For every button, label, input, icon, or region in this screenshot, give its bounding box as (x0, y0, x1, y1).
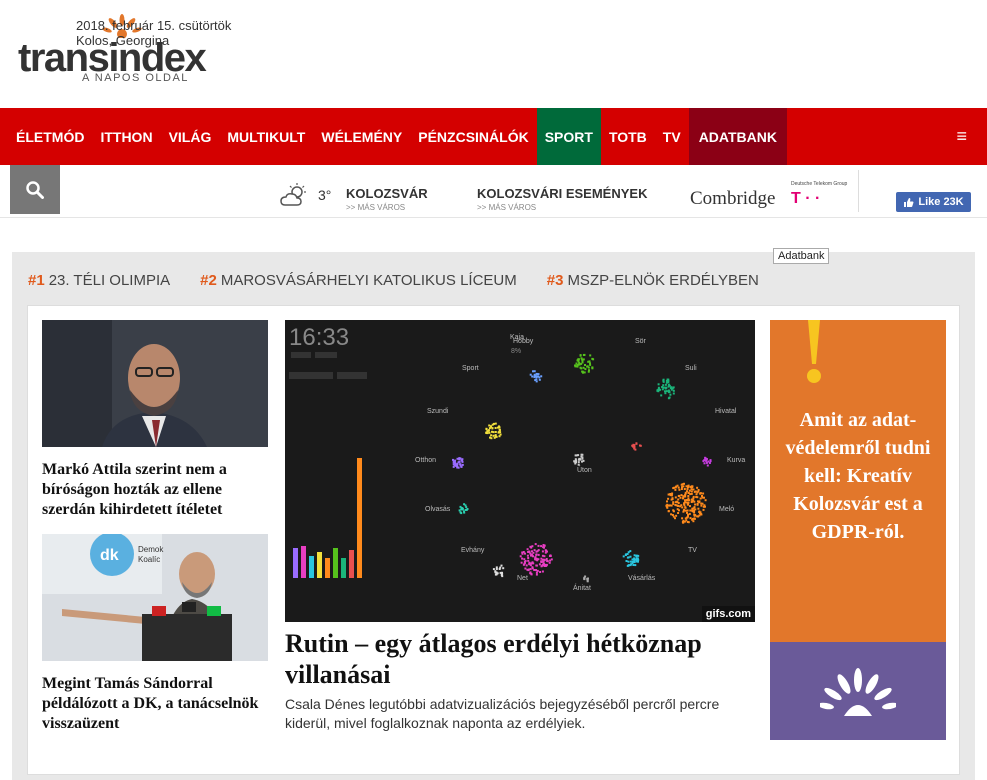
topic-label: MSZP-ELNÖK ERDÉLYBEN (567, 272, 759, 289)
gif-label-sor: Sör (635, 338, 646, 345)
story-image-tamas[interactable]: dk Demok Koalíc (42, 534, 268, 661)
svg-text:Demok: Demok (138, 545, 164, 554)
topic-number: #1 (28, 272, 45, 289)
nav-item-tv[interactable]: TV (655, 108, 689, 165)
gif-label-hivatal: Hivatal (715, 408, 737, 415)
topic-number: #3 (546, 272, 564, 289)
nav-item-penzcsinalok[interactable]: PÉNZCSINÁLÓK (410, 108, 536, 165)
gif-label-otthon: Otthon (415, 457, 437, 464)
nav-item-itthon[interactable]: ITTHON (92, 108, 160, 165)
telekom-group-label: Deutsche Telekom Group (791, 181, 848, 187)
svg-text:Koalíc: Koalíc (138, 555, 160, 564)
story-title-marko[interactable]: Markó Attila szerint nem a bíróságon hoz… (42, 460, 268, 520)
current-date: 2018. február 15. csütörtök (76, 18, 232, 33)
gif-label-net: Net (517, 575, 528, 582)
topic-number: #2 (200, 272, 217, 289)
gif-label-tv: TV (688, 547, 697, 554)
tooltip: Adatbank (773, 248, 830, 264)
gif-pct: 8% (511, 348, 522, 355)
gif-label-sport: Sport (462, 365, 479, 372)
nav-item-totb[interactable]: TOTB (601, 108, 655, 165)
divider (858, 170, 859, 212)
other-city-link[interactable]: >> MÁS VÁROS (346, 203, 405, 212)
press-conference-photo: dk Demok Koalíc (42, 534, 268, 661)
nav-item-multikult[interactable]: MULTIKULT (219, 108, 313, 165)
sun-logo-icon (820, 668, 896, 716)
thumbs-up-icon (904, 197, 914, 207)
gif-label-kurva: Kurva (727, 457, 746, 464)
gifs-watermark: gifs.com (701, 606, 755, 622)
sponsor-combridge-logo[interactable]: Combridge (690, 188, 776, 210)
telekom-logo[interactable]: T · · (791, 190, 820, 208)
topic-2[interactable]: #2 MAROSVÁSÁRHELYI KATOLIKUS LÍCEUM (200, 272, 517, 289)
partly-cloudy-icon (280, 183, 306, 206)
ad-text: Amit az adat-védelemről tudni kell: Krea… (785, 409, 931, 543)
facebook-like-button[interactable]: Like 23K (896, 192, 971, 212)
other-city-events-link[interactable]: >> MÁS VÁROS (477, 203, 536, 212)
topic-label: 23. TÉLI OLIMPIA (48, 272, 171, 289)
city-link[interactable]: KOLOZSVÁR (346, 186, 428, 201)
story-title-tamas[interactable]: Megint Tamás Sándorral példálózott a DK,… (42, 674, 268, 734)
events-link[interactable]: KOLOZSVÁRI ESEMÉNYEK (477, 186, 647, 201)
nav-item-vilag[interactable]: VILÁG (161, 108, 220, 165)
name-day: Kolos, Georgina (76, 33, 170, 48)
gif-label-melo: Meló (719, 506, 735, 513)
temperature: 3° (318, 187, 332, 203)
nav-item-sport[interactable]: SPORT (536, 108, 601, 165)
advertisement-banner[interactable]: Amit az adat-védelemről tudni kell: Krea… (770, 320, 946, 740)
gif-label-vasarlas: Vásárlás (628, 575, 656, 582)
topic-3[interactable]: #3 MSZP-ELNÖK ERDÉLYBEN (547, 272, 759, 289)
gif-label-hobby: Hobby (513, 338, 534, 345)
nav-item-welemeny[interactable]: WÉLEMÉNY (313, 108, 410, 165)
topic-1[interactable]: #1 23. TÉLI OLIMPIA (28, 272, 170, 289)
search-button[interactable] (10, 165, 60, 214)
hamburger-menu-icon[interactable]: ≡ (956, 108, 987, 165)
topic-label: MAROSVÁSÁRHELYI KATOLIKUS LÍCEUM (220, 272, 517, 289)
trending-topics: #1 23. TÉLI OLIMPIA #2 MAROSVÁSÁRHELYI KAT… (28, 272, 759, 289)
ad-bottom-panel (770, 642, 946, 740)
main-story-lead: Csala Dénes legutóbbi adatvizualizációs … (285, 696, 720, 731)
nav-item-eletmod[interactable]: ÉLETMÓD (0, 108, 92, 165)
main-story-title[interactable]: Rutin – egy átlagos erdélyi hétköznap vi… (285, 628, 765, 690)
gif-label-evhany: Evhány (461, 547, 485, 554)
portrait-photo (42, 320, 268, 447)
svg-text:dk: dk (100, 547, 119, 564)
nav-item-adatbank[interactable]: ADATBANK (688, 108, 787, 165)
story-image-marko[interactable] (42, 320, 268, 447)
like-count: Like 23K (918, 196, 964, 208)
gif-label-olvasas: Olvasás (425, 506, 451, 513)
search-icon (26, 180, 44, 199)
main-story-gif[interactable]: 16:33 Kaja 8% Hobby Sör Sport Suli Szund… (285, 320, 755, 622)
gif-label-uton: Úton (577, 467, 592, 474)
logo-tagline: A NAPOS OLDAL (82, 72, 189, 84)
gif-label-szundi: Szundi (427, 408, 449, 415)
main-nav: ÉLETMÓD ITTHON VILÁG MULTIKULT WÉLEMÉNY … (0, 108, 987, 165)
exclamation-icon (807, 320, 821, 383)
gif-label-suli: Suli (685, 365, 697, 372)
gif-label-anitat: Ánitat (573, 585, 591, 592)
